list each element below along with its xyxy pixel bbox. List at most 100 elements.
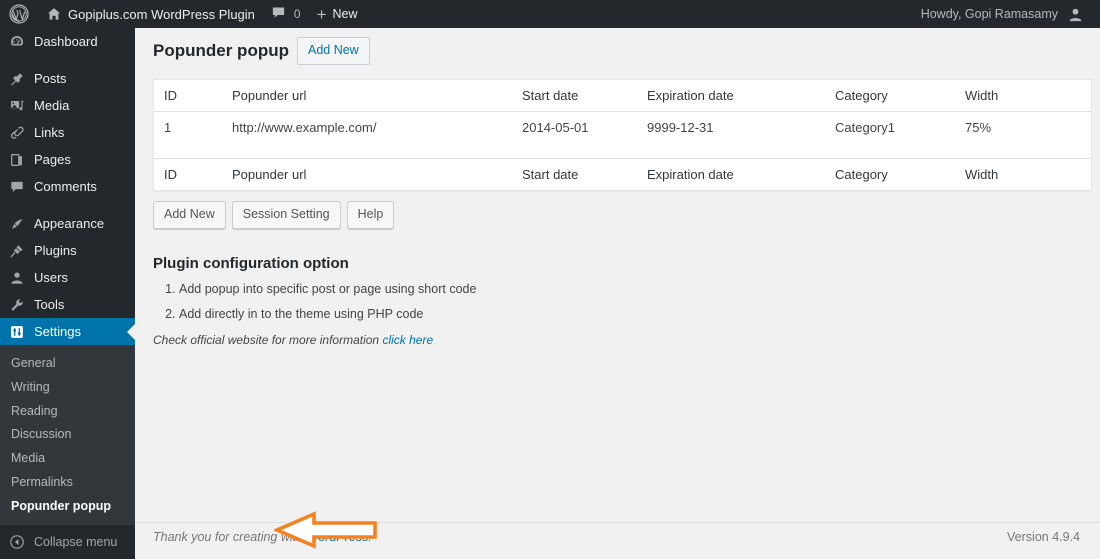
config-list-item: Add popup into specific post or page usi… <box>179 283 1080 297</box>
action-button-row: Add New Session Setting Help <box>153 201 1080 229</box>
config-list-item: Add directly in to the theme using PHP c… <box>179 308 1080 322</box>
help-button[interactable]: Help <box>347 201 395 229</box>
page-title-add-new-action[interactable]: Add New <box>297 37 370 65</box>
table-footer-row: ID Popunder url Start date Expiration da… <box>154 158 1091 190</box>
plugin-configuration-title: Plugin configuration option <box>153 253 1080 274</box>
sidebar-item-plugins[interactable]: Plugins <box>0 237 135 264</box>
sidebar-item-pages[interactable]: Pages <box>0 146 135 173</box>
popunder-list-table: ID Popunder url Start date Expiration da… <box>153 79 1092 191</box>
session-setting-button[interactable]: Session Setting <box>232 201 341 229</box>
admin-footer: Thank you for creating with WordPress. V… <box>135 522 1100 550</box>
sidebar-item-label: Media <box>34 99 69 112</box>
sidebar-item-links[interactable]: Links <box>0 119 135 146</box>
my-account-menu[interactable]: Howdy, Gopi Ramasamy <box>913 0 1091 28</box>
submenu-item-wrap: Discussion <box>0 423 135 447</box>
collapse-arrow-left-icon <box>0 534 34 550</box>
admin-sidebar: Dashboard Posts <box>0 28 135 550</box>
table-row[interactable]: 1 http://www.example.com/ 2014-05-01 999… <box>154 112 1091 158</box>
column-header-url[interactable]: Popunder url <box>222 80 512 112</box>
submenu-item-permalinks[interactable]: Permalinks <box>0 471 135 495</box>
collapse-menu-button[interactable]: Collapse menu <box>0 525 135 559</box>
dashboard-icon <box>0 34 34 50</box>
wordpress-logo-button[interactable] <box>0 0 38 28</box>
pin-icon <box>0 71 34 87</box>
submenu-item-wrap: Permalinks <box>0 471 135 495</box>
sidebar-item-settings[interactable]: Settings <box>0 318 135 345</box>
comments-bubble-button[interactable]: 0 <box>263 0 309 28</box>
click-here-link[interactable]: click here <box>382 333 433 347</box>
plugin-plug-icon <box>0 243 34 259</box>
tools-wrench-icon <box>0 297 34 313</box>
appearance-brush-icon <box>0 216 34 232</box>
sidebar-item-label: Pages <box>34 153 71 166</box>
submenu-item-wrap: Popunder popup <box>0 495 135 519</box>
sidebar-item-media-wrap: Media <box>0 92 135 119</box>
footer-header-category[interactable]: Category <box>825 158 955 190</box>
admin-bar: Gopiplus.com WordPress Plugin 0 + New Ho… <box>0 0 1100 28</box>
submenu-item-general[interactable]: General <box>0 352 135 376</box>
menu-separator <box>0 200 135 210</box>
footer-header-id[interactable]: ID <box>154 158 222 190</box>
sidebar-item-label: Posts <box>34 72 67 85</box>
footer-header-expiration[interactable]: Expiration date <box>637 158 825 190</box>
sidebar-item-appearance[interactable]: Appearance <box>0 210 135 237</box>
sidebar-item-comments[interactable]: Comments <box>0 173 135 200</box>
footer-thankyou: Thank you for creating with WordPress. <box>153 530 372 544</box>
sidebar-item-appearance-wrap: Appearance <box>0 210 135 237</box>
wordpress-link[interactable]: WordPress <box>307 530 369 544</box>
submenu-item-writing[interactable]: Writing <box>0 376 135 400</box>
sidebar-item-label: Appearance <box>34 217 104 230</box>
column-header-category[interactable]: Category <box>825 80 955 112</box>
official-website-note: Check official website for more informat… <box>153 333 1080 347</box>
column-header-start-date[interactable]: Start date <box>512 80 637 112</box>
site-name-menu[interactable]: Gopiplus.com WordPress Plugin <box>38 0 263 28</box>
sidebar-item-settings-wrap: Settings General Writing Reading Discuss… <box>0 318 135 525</box>
home-icon <box>46 6 62 22</box>
add-new-button[interactable]: Add New <box>153 201 226 229</box>
user-avatar-icon <box>1068 7 1083 22</box>
sidebar-item-comments-wrap: Comments <box>0 173 135 200</box>
page-header: Popunder popup Add New <box>145 28 1080 69</box>
link-icon <box>0 125 34 141</box>
cell-category: Category1 <box>825 112 955 158</box>
sidebar-item-dashboard-wrap: Dashboard <box>0 28 135 55</box>
sidebar-item-pages-wrap: Pages <box>0 146 135 173</box>
column-header-id[interactable]: ID <box>154 80 222 112</box>
sidebar-item-plugins-wrap: Plugins <box>0 237 135 264</box>
footer-header-start-date[interactable]: Start date <box>512 158 637 190</box>
sidebar-item-posts[interactable]: Posts <box>0 65 135 92</box>
submenu-item-discussion[interactable]: Discussion <box>0 423 135 447</box>
footer-thankyou-prefix: Thank you for creating with <box>153 530 307 544</box>
sidebar-item-tools[interactable]: Tools <box>0 291 135 318</box>
sidebar-item-media[interactable]: Media <box>0 92 135 119</box>
sidebar-item-label: Plugins <box>34 244 77 257</box>
admin-bar-right: Howdy, Gopi Ramasamy <box>913 0 1100 28</box>
submenu-item-wrap: General <box>0 352 135 376</box>
footer-header-width[interactable]: Width <box>955 158 1091 190</box>
media-icon <box>0 98 34 114</box>
submenu-item-media[interactable]: Media <box>0 447 135 471</box>
official-website-note-text: Check official website for more informat… <box>153 333 382 347</box>
settings-sliders-icon <box>0 324 34 340</box>
submenu-item-reading[interactable]: Reading <box>0 400 135 424</box>
footer-header-url[interactable]: Popunder url <box>222 158 512 190</box>
sidebar-item-tools-wrap: Tools <box>0 291 135 318</box>
site-name-label: Gopiplus.com WordPress Plugin <box>68 7 255 22</box>
column-header-expiration[interactable]: Expiration date <box>637 80 825 112</box>
submenu-item-wrap: Reading <box>0 400 135 424</box>
sidebar-item-dashboard[interactable]: Dashboard <box>0 28 135 55</box>
wordpress-logo-icon <box>9 4 29 24</box>
table-head: ID Popunder url Start date Expiration da… <box>154 80 1091 112</box>
column-header-width[interactable]: Width <box>955 80 1091 112</box>
sidebar-item-users[interactable]: Users <box>0 264 135 291</box>
admin-bar-left: Gopiplus.com WordPress Plugin 0 + New <box>0 0 366 28</box>
table-body: 1 http://www.example.com/ 2014-05-01 999… <box>154 112 1091 158</box>
submenu-item-popunder-popup[interactable]: Popunder popup <box>0 495 135 519</box>
comment-icon <box>0 179 34 195</box>
cell-url: http://www.example.com/ <box>222 112 512 158</box>
cell-start-date: 2014-05-01 <box>512 112 637 158</box>
sidebar-item-label: Users <box>34 271 68 284</box>
cell-width: 75% <box>955 112 1091 158</box>
content-area: Popunder popup Add New ID Popunder url S… <box>135 28 1100 550</box>
new-content-button[interactable]: + New <box>309 0 366 28</box>
